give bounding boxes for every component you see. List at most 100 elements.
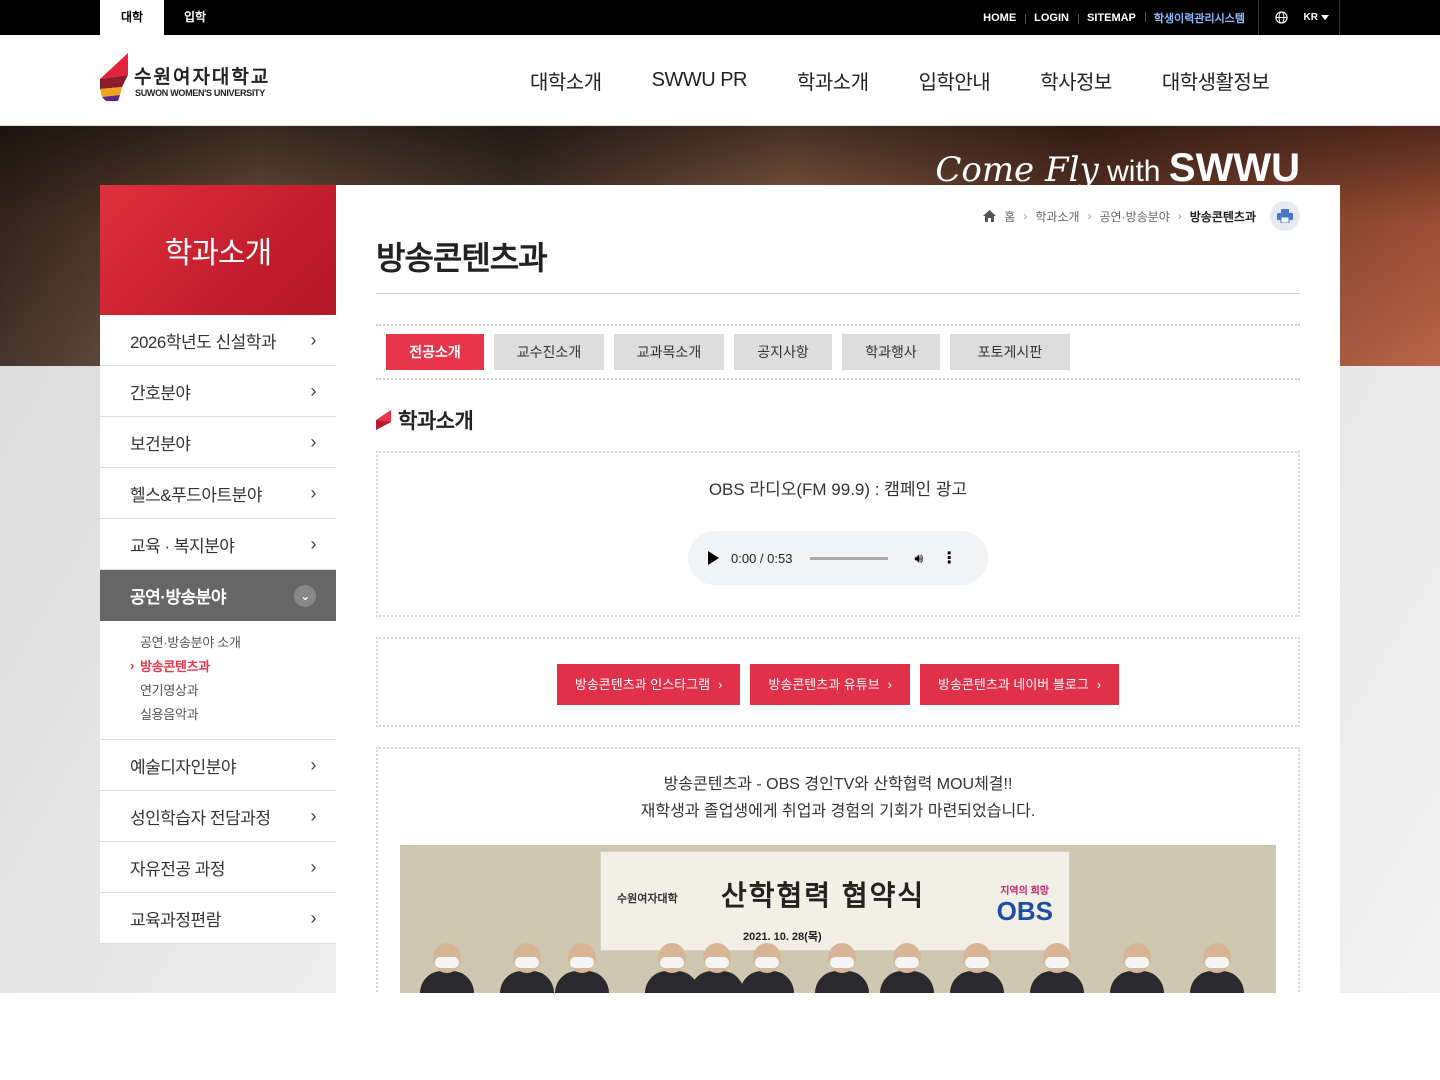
person [950,943,1004,993]
login-link[interactable]: LOGIN [1025,12,1078,24]
banner-univ-logo: 수원여자대학 [617,893,678,905]
lnb-item-health[interactable]: 보건분야 › [100,417,336,468]
tab-major-intro[interactable]: 전공소개 [386,334,484,370]
chevron-right-icon: › [310,431,317,452]
tab-admission[interactable]: 입학 [164,0,226,35]
lnb-item-curriculum-guide[interactable]: 교육과정편람 › [100,893,336,944]
breadcrumb-home[interactable]: 홈 [1004,208,1015,225]
news-line-1: 방송콘텐츠과 - OBS 경인TV와 산학협력 MOU체결!! [663,776,1013,793]
chevron-right-icon: › [718,677,723,692]
chevron-right-icon: › [310,805,317,826]
social-buttons: 방송콘텐츠과 인스타그램 › 방송콘텐츠과 유튜브 › 방송콘텐츠과 네이버 블로그… [378,664,1298,705]
more-options-icon[interactable]: ⋮ [941,548,957,568]
top-utility-bar: 대학 입학 HOME LOGIN SITEMAP 학생이력관리시스템 KR [0,0,1440,35]
lnb-item-nursing[interactable]: 간호분야 › [100,366,336,417]
student-record-system-link[interactable]: 학생이력관리시스템 [1144,10,1254,26]
person [1190,943,1244,993]
gnb-departments[interactable]: 학과소개 [772,66,894,95]
breadcrumb-separator-icon: › [1023,209,1028,223]
tab-university[interactable]: 대학 [100,0,164,35]
page-title: 방송콘텐츠과 [376,240,548,276]
lnb-item-label: 교육과정편람 [130,910,221,930]
gnb-admission-guide[interactable]: 입학안내 [894,66,1016,95]
tab-courses[interactable]: 교과목소개 [614,334,724,370]
language-label: KR [1303,12,1318,23]
tab-notices[interactable]: 공지사항 [734,334,832,370]
chevron-right-icon: › [887,677,893,692]
chevron-right-icon: › [310,856,317,877]
lnb-item-education-welfare[interactable]: 교육 · 복지분야 › [100,519,336,570]
top-links: HOME LOGIN SITEMAP 학생이력관리시스템 [974,0,1254,35]
chevron-right-icon: › [1096,677,1102,692]
audio-time: 0:00 / 0:53 [731,550,793,566]
volume-icon[interactable]: 🔊︎ [914,550,923,567]
gnb-campus-life[interactable]: 대학생활정보 [1137,66,1294,95]
sitemap-link[interactable]: SITEMAP [1078,12,1145,24]
group-of-people [400,935,1276,993]
print-button[interactable] [1270,201,1300,231]
person [880,943,934,993]
banner-obs-logo: OBS [996,896,1053,926]
left-navigation: 학과소개 2026학년도 신설학과 › 간호분야 › 보건분야 › 헬스&푸드아트분야… [100,185,336,944]
university-logo[interactable]: 수원여자대학교 SUWON WOMEN'S UNIVERSITY [100,53,290,105]
breadcrumb-separator-icon: › [1177,209,1182,223]
person [555,943,609,993]
site-header: 수원여자대학교 SUWON WOMEN'S UNIVERSITY 대학소개 SW… [0,35,1440,126]
chevron-right-icon: › [310,754,317,775]
lnb-item-free-major[interactable]: 자유전공 과정 › [100,842,336,893]
gnb-academic-info[interactable]: 학사정보 [1015,66,1137,95]
social-links-box: 방송콘텐츠과 인스타그램 › 방송콘텐츠과 유튜브 › 방송콘텐츠과 네이버 블로그… [376,637,1300,727]
lnb-item-label: 보건분야 [130,434,191,454]
lnb-item-performance-broadcast[interactable]: 공연·방송분야 ⌄ [100,570,336,621]
lnb-item-label: 2026학년도 신설학과 [130,332,277,352]
submenu-intro[interactable]: 공연·방송분야 소개 [140,631,336,655]
instagram-link-button[interactable]: 방송콘텐츠과 인스타그램 › [556,664,741,705]
person [420,943,474,993]
tab-events[interactable]: 학과행사 [842,334,940,370]
slogan-brand: SWWU [1168,146,1300,190]
person [690,943,744,993]
naver-blog-link-button[interactable]: 방송콘텐츠과 네이버 블로그 › [920,664,1120,705]
lnb-item-label: 성인학습자 전담과정 [130,808,271,828]
chevron-right-icon: › [310,907,317,928]
submenu-broadcast-content[interactable]: 방송콘텐츠과 [130,654,336,679]
printer-icon [1277,209,1293,223]
chevron-right-icon: › [310,482,317,503]
chevron-down-icon: ⌄ [294,584,316,607]
submenu-practical-music[interactable]: 실용음악과 [140,703,336,727]
lnb-title: 학과소개 [100,185,336,315]
tab-faculty[interactable]: 교수진소개 [494,334,604,370]
button-label: 방송콘텐츠과 네이버 블로그 [938,677,1089,692]
audio-progress-slider[interactable] [810,556,889,560]
mou-ceremony-photo: 수원여자대학 산학협력 협약식 2021. 10. 28(목) 지역의 희망 O… [400,845,1276,993]
home-icon [983,210,997,222]
play-icon[interactable] [708,551,719,565]
gnb-swwu-pr[interactable]: SWWU PR [627,69,772,92]
youtube-link-button[interactable]: 방송콘텐츠과 유튜브 › [750,664,911,705]
submenu-acting-video[interactable]: 연기영상과 [140,679,336,703]
lnb-item-label: 자유전공 과정 [130,859,226,879]
page-bottom [0,993,1440,1080]
lnb-item-label: 간호분야 [130,383,191,403]
tab-photo-board[interactable]: 포토게시판 [950,334,1070,370]
lnb-item-new-departments[interactable]: 2026학년도 신설학과 › [100,315,336,366]
lnb-item-art-design[interactable]: 예술디자인분야 › [100,740,336,791]
language-selector[interactable]: KR [1258,0,1340,35]
button-label: 방송콘텐츠과 인스타그램 [574,677,711,692]
home-link[interactable]: HOME [974,12,1025,24]
main-content: 홈 › 학과소개 › 공연·방송분야 › 방송콘텐츠과 방송콘텐츠과 전공소개 … [336,185,1340,993]
department-tabs: 전공소개 교수진소개 교과목소개 공지사항 학과행사 포토게시판 [376,324,1300,380]
section-flag-icon [376,410,391,430]
lnb-item-health-food-art[interactable]: 헬스&푸드아트분야 › [100,468,336,519]
lnb-item-label: 헬스&푸드아트분야 [130,485,262,505]
breadcrumb-performance-broadcast[interactable]: 공연·방송분야 [1100,208,1170,225]
section-title: 학과소개 [376,405,474,435]
audio-caption: OBS 라디오(FM 99.9) : 캠페인 광고 [708,480,968,499]
caret-down-icon [1321,14,1329,20]
lnb-item-adult-learner[interactable]: 성인학습자 전담과정 › [100,791,336,842]
person [500,943,554,993]
slogan-with: with [1107,155,1161,188]
breadcrumb-departments[interactable]: 학과소개 [1035,208,1079,225]
gnb-university-intro[interactable]: 대학소개 [505,66,627,95]
main-navigation: 대학소개 SWWU PR 학과소개 입학안내 학사정보 대학생활정보 [505,35,1294,126]
